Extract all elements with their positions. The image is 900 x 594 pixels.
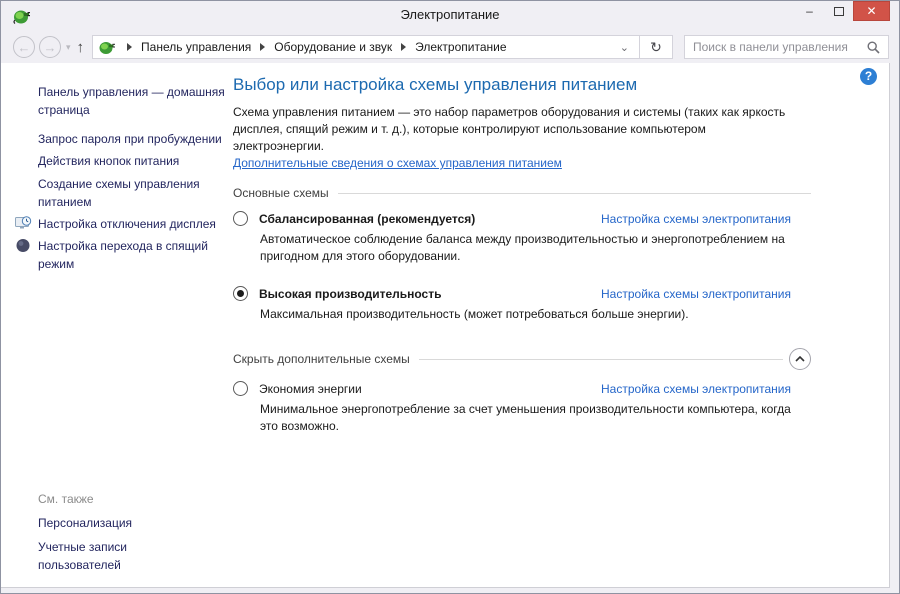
address-bar[interactable]: Панель управления Оборудование и звук Эл… (92, 35, 673, 59)
see-also-header: См. также (38, 492, 94, 506)
sidebar-item-user-accounts[interactable]: Учетные записи пользователей (38, 538, 168, 574)
additional-section-header: Скрыть дополнительные схемы (233, 348, 811, 370)
search-icon[interactable] (867, 40, 880, 54)
plan-name-high-performance[interactable]: Высокая производительность (259, 287, 441, 301)
window-controls: – ✕ (795, 1, 890, 21)
sidebar-item-create-power-plan[interactable]: Создание схемы управления питанием (38, 175, 227, 211)
plan-name-balanced[interactable]: Сбалансированная (рекомендуется) (259, 212, 475, 226)
radio-high-performance[interactable] (233, 286, 248, 301)
plan-settings-link-power-saver[interactable]: Настройка схемы электропитания (601, 382, 811, 396)
history-dropdown-icon[interactable]: ▾ (66, 42, 71, 53)
minimize-button[interactable]: – (795, 1, 824, 21)
breadcrumb-separator-icon (401, 43, 407, 51)
search-box[interactable]: Поиск в панели управления (684, 35, 889, 59)
address-dropdown-icon[interactable]: ⌄ (610, 41, 639, 54)
sidebar-item-label: Настройка отключения дисплея (38, 217, 216, 231)
plan-desc-high-performance: Максимальная производительность (может п… (260, 307, 689, 321)
section-divider (337, 192, 811, 194)
breadcrumb-power-options[interactable]: Электропитание (413, 40, 508, 54)
sidebar: Панель управления — домашняя страница За… (1, 63, 233, 587)
breadcrumb-separator-icon (260, 43, 266, 51)
navigation-bar: ← → ▾ ↑ Панель управления Оборудование и… (1, 31, 899, 63)
breadcrumb-control-panel[interactable]: Панель управления (139, 40, 253, 54)
back-button[interactable]: ← (13, 36, 35, 58)
page-title: Выбор или настройка схемы управления пит… (233, 75, 638, 94)
maximize-icon (833, 6, 844, 16)
intro-text: Схема управления питанием — это набор па… (233, 105, 786, 153)
plan-desc-power-saver: Минимальное энергопотребление за счет ум… (260, 402, 791, 433)
title-bar: Электропитание – ✕ (1, 1, 899, 31)
sidebar-item-sleep-settings[interactable]: Настройка перехода в спящий режим (16, 237, 227, 273)
see-also-section: См. также Персонализация Учетные записи … (38, 490, 168, 580)
additional-section-label: Скрыть дополнительные схемы (233, 352, 410, 366)
breadcrumb-hardware-sound[interactable]: Оборудование и звук (272, 40, 394, 54)
breadcrumb-separator-icon (127, 43, 133, 51)
radio-power-saver[interactable] (233, 381, 248, 396)
sidebar-item-power-button-actions[interactable]: Действия кнопок питания (38, 152, 227, 170)
refresh-button[interactable]: ↻ (639, 35, 672, 59)
section-divider (418, 358, 783, 360)
plan-high-performance: Высокая производительность Настройка схе… (233, 286, 811, 323)
sidebar-item-control-panel-home[interactable]: Панель управления — домашняя страница (38, 83, 227, 119)
power-options-window: Электропитание – ✕ ← → ▾ ↑ Панель управл… (0, 0, 900, 594)
sidebar-item-display-off-settings[interactable]: Настройка отключения дисплея (15, 215, 227, 233)
search-input[interactable]: Поиск в панели управления (685, 40, 859, 54)
sidebar-item-personalization[interactable]: Персонализация (38, 514, 168, 532)
collapse-section-button[interactable] (789, 348, 811, 370)
help-icon[interactable]: ? (860, 68, 877, 85)
address-power-icon (99, 42, 116, 54)
sleep-icon (16, 239, 30, 252)
maximize-button[interactable] (824, 1, 853, 21)
sidebar-item-label: Настройка перехода в спящий режим (38, 239, 208, 271)
plan-name-power-saver[interactable]: Экономия энергии (259, 382, 362, 396)
primary-section-label: Основные схемы (233, 186, 329, 200)
primary-section-header: Основные схемы (233, 186, 811, 200)
forward-button[interactable]: → (39, 36, 61, 58)
learn-more-link[interactable]: Дополнительные сведения о схемах управле… (233, 156, 562, 170)
close-button[interactable]: ✕ (853, 1, 890, 21)
display-clock-icon (15, 216, 32, 229)
main-content: Выбор или настройка схемы управления пит… (233, 75, 811, 435)
plan-power-saver: Экономия энергии Настройка схемы электро… (233, 381, 811, 435)
plan-balanced: Сбалансированная (рекомендуется) Настрой… (233, 211, 811, 265)
sidebar-item-password-on-wake[interactable]: Запрос пароля при пробуждении (38, 130, 227, 148)
radio-balanced[interactable] (233, 211, 248, 226)
plan-settings-link-high-performance[interactable]: Настройка схемы электропитания (601, 287, 811, 301)
plan-settings-link-balanced[interactable]: Настройка схемы электропитания (601, 212, 811, 226)
window-title: Электропитание (400, 7, 500, 22)
client-area: Панель управления — домашняя страница За… (1, 63, 890, 588)
chevron-up-icon (795, 356, 805, 362)
up-button[interactable]: ↑ (77, 39, 85, 56)
plan-desc-balanced: Автоматическое соблюдение баланса между … (260, 232, 785, 263)
